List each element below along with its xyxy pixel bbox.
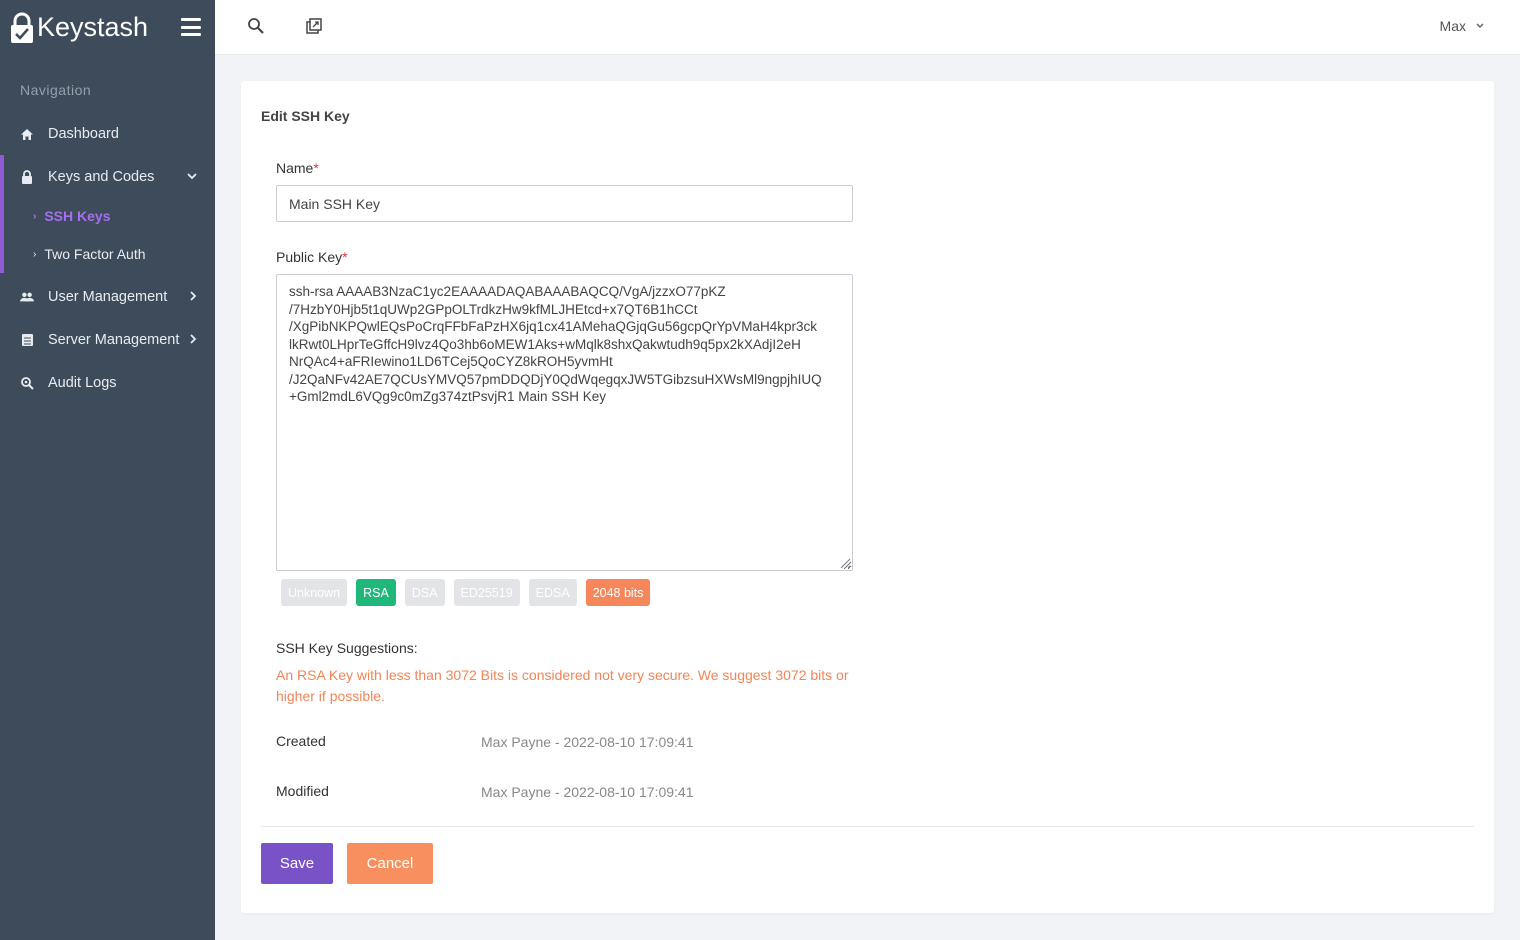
chevron-right-icon: › — [33, 210, 37, 222]
key-type-badge-edsa: EDSA — [528, 579, 577, 606]
sidebar-item-label: Dashboard — [48, 126, 119, 142]
sidebar-subitem-label: Two Factor Auth — [44, 246, 146, 262]
chevron-down-icon — [187, 171, 197, 183]
chevron-down-icon — [1476, 21, 1484, 31]
name-label-text: Name — [276, 160, 314, 176]
external-window-icon[interactable] — [305, 17, 325, 37]
key-type-badge-dsa: DSA — [404, 579, 445, 606]
search-icon[interactable] — [247, 17, 267, 37]
created-label: Created — [276, 733, 326, 749]
required-marker: * — [342, 249, 348, 265]
form-divider — [261, 826, 1474, 827]
key-type-badge-rsa: RSA — [356, 579, 396, 606]
sidebar-item-label: Server Management — [48, 332, 180, 348]
user-name: Max — [1439, 18, 1466, 34]
sidebar-subitem-label: SSH Keys — [44, 208, 111, 224]
lock-icon — [20, 170, 34, 184]
topbar: Max — [215, 0, 1520, 55]
sidebar-item-server-management[interactable]: Server Management — [0, 320, 215, 360]
sidebar-item-dashboard[interactable]: Dashboard — [0, 114, 215, 154]
edit-ssh-key-card: Edit SSH Key Name* Public Key* ssh-rsa A… — [241, 81, 1494, 913]
created-value: Max Payne - 2022-08-10 17:09:41 — [481, 734, 694, 750]
public-key-textarea[interactable]: ssh-rsa AAAAB3NzaC1yc2EAAAADAQABAAABAQCQ… — [276, 274, 853, 571]
nav-section-title: Navigation — [20, 82, 92, 98]
chevron-right-icon — [190, 333, 197, 347]
public-key-label: Public Key* — [276, 249, 348, 265]
home-icon — [20, 127, 34, 141]
public-key-label-text: Public Key — [276, 249, 343, 265]
name-field[interactable] — [276, 185, 853, 222]
suggestions-title: SSH Key Suggestions: — [276, 640, 418, 656]
sidebar-item-label: Audit Logs — [48, 375, 117, 391]
suggestion-warning: An RSA Key with less than 3072 Bits is c… — [276, 667, 849, 704]
key-type-badge-ed25519: ED25519 — [453, 579, 520, 606]
sidebar-item-label: Keys and Codes — [48, 169, 155, 185]
sidebar-item-label: User Management — [48, 289, 168, 305]
save-button[interactable]: Save — [261, 843, 333, 884]
sidebar: Keystash Navigation Dashboard Keys and C… — [0, 0, 215, 940]
sidebar-subitem-two-factor-auth[interactable]: › Two Factor Auth — [33, 246, 146, 262]
cancel-button[interactable]: Cancel — [347, 843, 433, 884]
required-marker: * — [313, 160, 319, 176]
sidebar-subitem-ssh-keys[interactable]: › SSH Keys — [33, 208, 111, 224]
sidebar-item-keys-and-codes[interactable]: Keys and Codes — [0, 157, 215, 197]
sidebar-item-audit-logs[interactable]: Audit Logs — [0, 363, 215, 403]
sidebar-item-user-management[interactable]: User Management — [0, 277, 215, 317]
key-type-badge-unknown: Unknown — [281, 579, 348, 606]
chevron-right-icon: › — [33, 248, 37, 260]
modified-value: Max Payne - 2022-08-10 17:09:41 — [481, 784, 694, 800]
hamburger-menu-icon[interactable] — [181, 18, 201, 36]
name-label: Name* — [276, 160, 319, 176]
search-zoom-icon — [20, 376, 34, 390]
chevron-right-icon — [190, 290, 197, 304]
modified-label: Modified — [276, 783, 329, 799]
key-bits-badge: 2048 bits — [585, 579, 651, 606]
server-icon — [20, 333, 34, 347]
user-menu[interactable]: Max — [1440, 18, 1484, 34]
key-type-badges: Unknown RSA DSA ED25519 EDSA 2048 bits — [281, 579, 659, 606]
page-title: Edit SSH Key — [261, 108, 350, 124]
users-icon — [20, 290, 34, 304]
